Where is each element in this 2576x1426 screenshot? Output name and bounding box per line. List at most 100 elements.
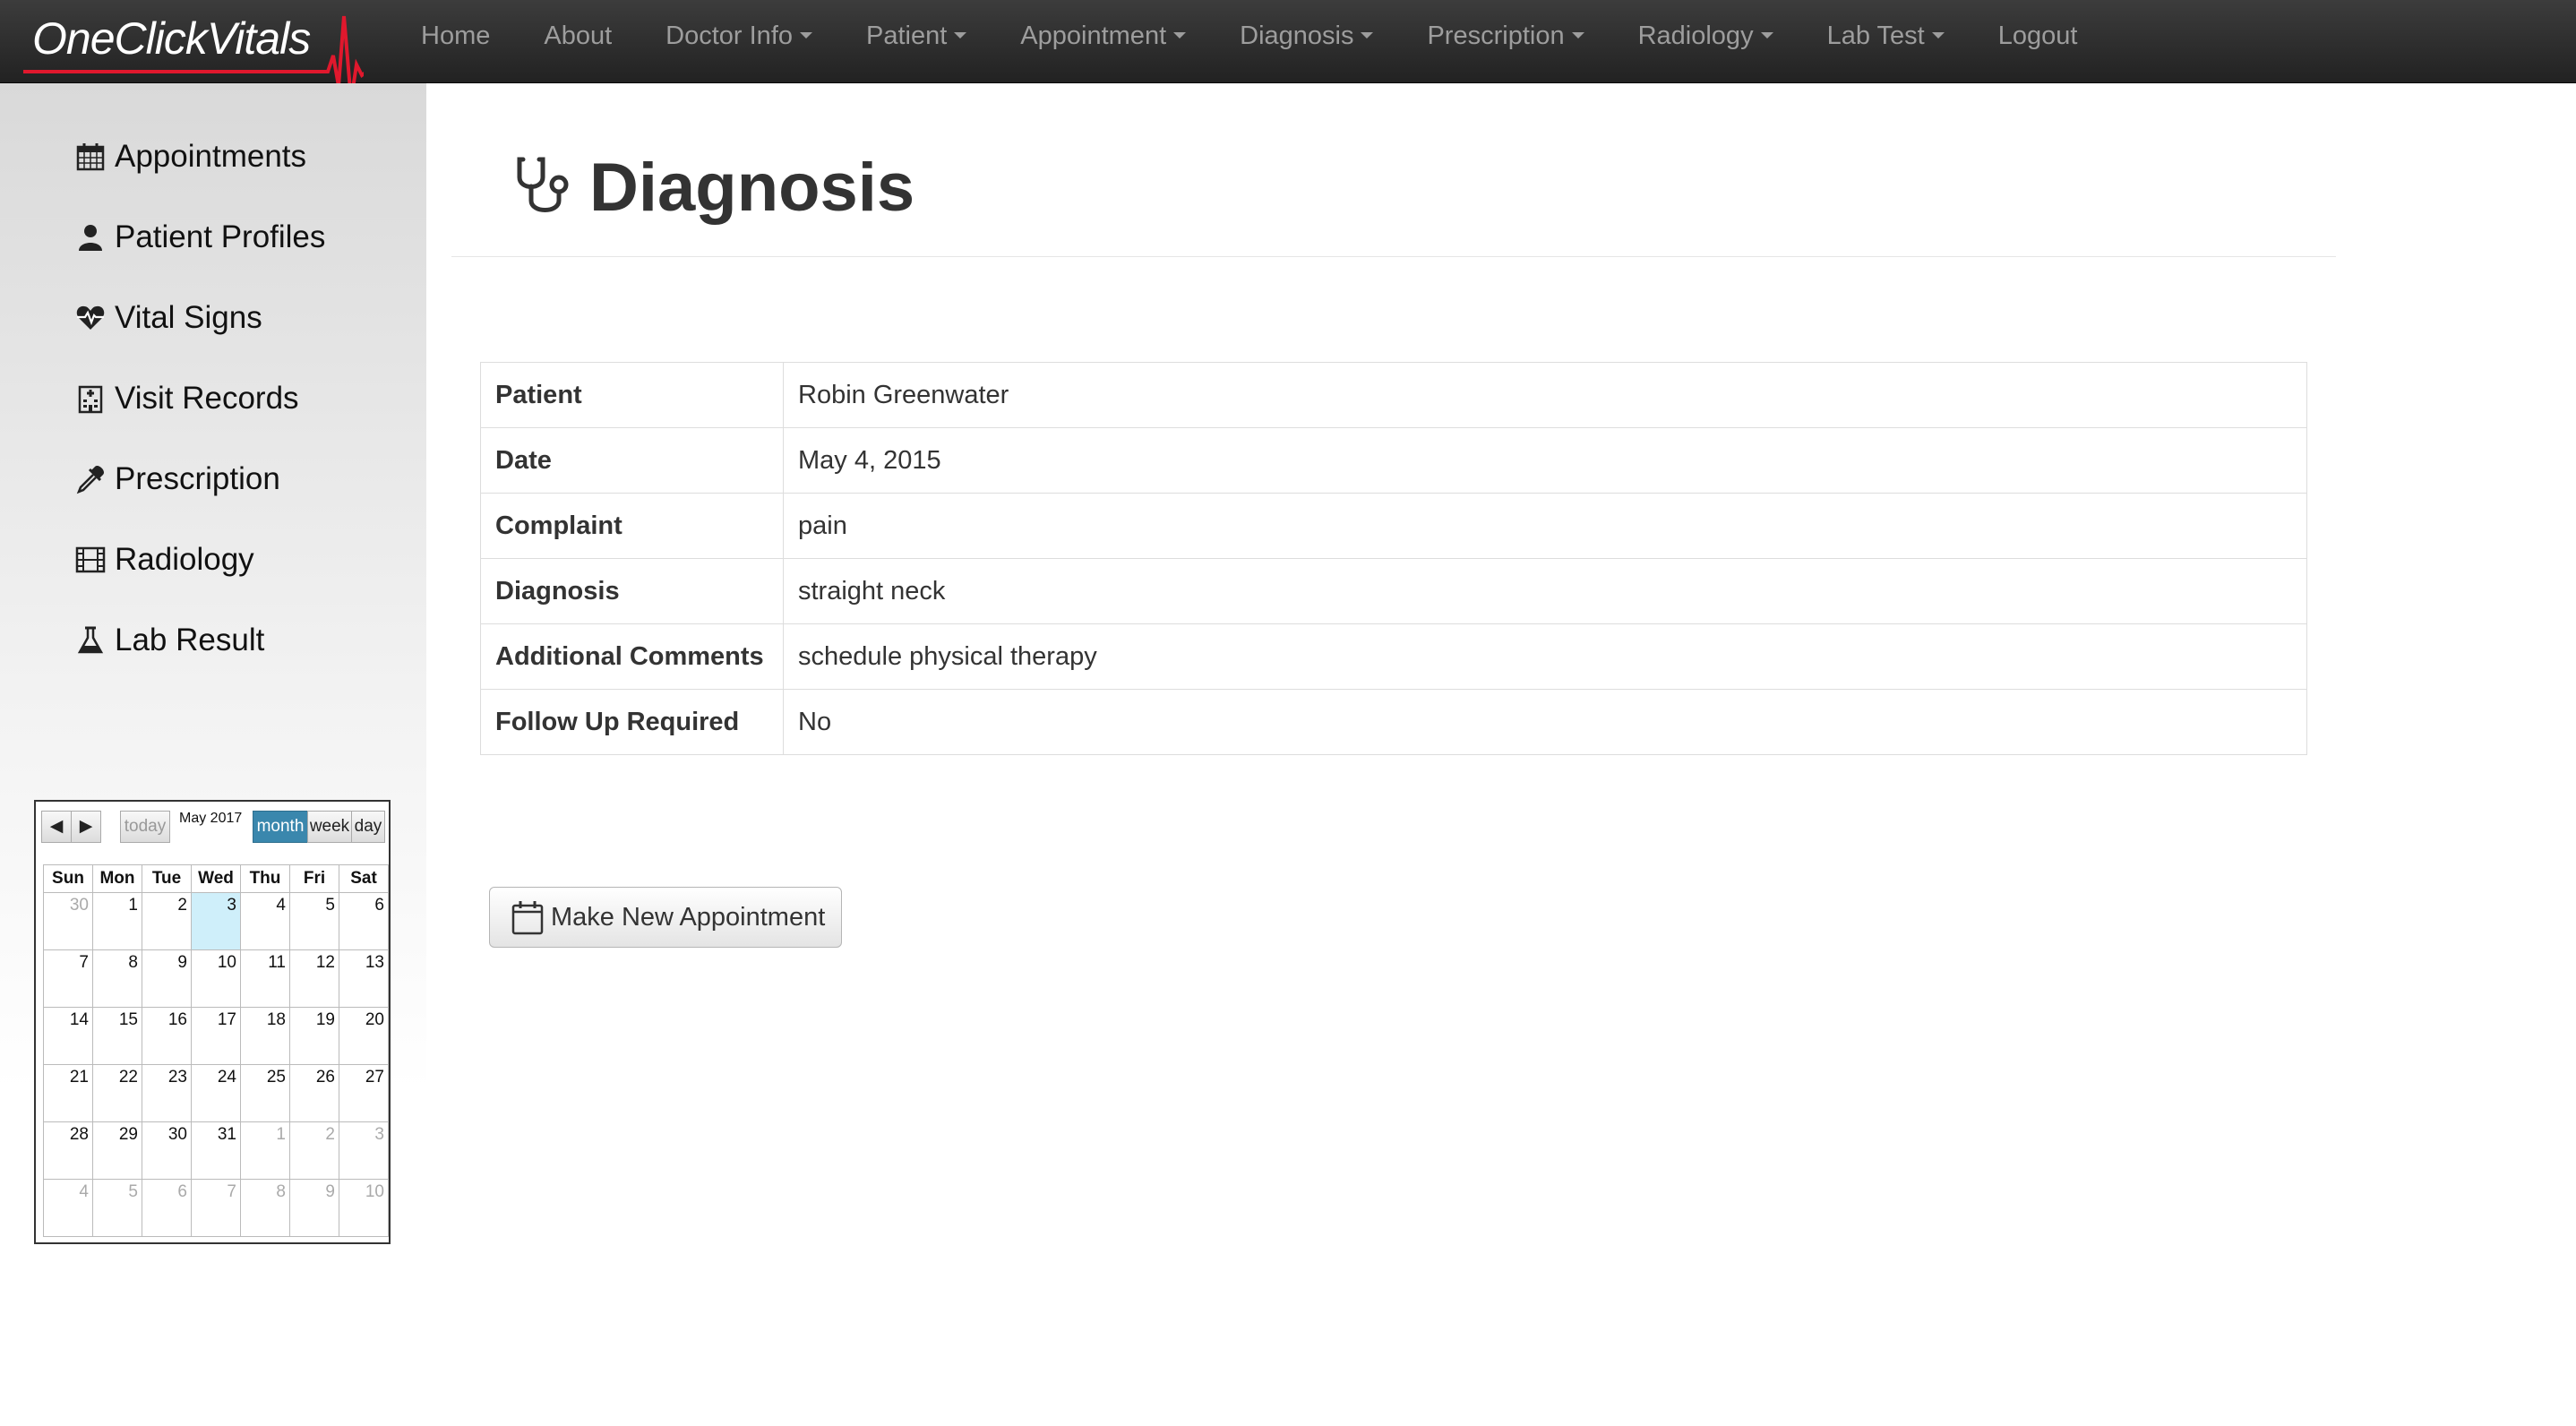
calendar-prev-button[interactable]: ◀ bbox=[41, 811, 72, 843]
row-value: straight neck bbox=[783, 558, 2307, 624]
calendar-next-button[interactable]: ▶ bbox=[71, 811, 101, 843]
row-value: May 4, 2015 bbox=[783, 427, 2307, 494]
nav-lab-test-label: Lab Test bbox=[1826, 21, 1925, 50]
calendar-today-button[interactable]: today bbox=[120, 811, 170, 843]
weekday-header: Fri bbox=[289, 864, 339, 893]
row-value: No bbox=[783, 689, 2307, 755]
calendar-day[interactable]: 30 bbox=[142, 1121, 192, 1180]
calendar-day[interactable]: 8 bbox=[92, 949, 142, 1008]
calendar-day[interactable]: 4 bbox=[240, 892, 290, 950]
calendar-day[interactable]: 28 bbox=[43, 1121, 93, 1180]
calendar-day[interactable]: 17 bbox=[191, 1007, 241, 1065]
calendar-day[interactable]: 7 bbox=[191, 1179, 241, 1237]
calendar-day[interactable]: 13 bbox=[339, 949, 389, 1008]
nav-diagnosis[interactable]: Diagnosis bbox=[1213, 0, 1400, 82]
sidebar-item-radiology[interactable]: Radiology bbox=[75, 533, 254, 587]
calendar-day[interactable]: 25 bbox=[240, 1064, 290, 1122]
calendar-day[interactable]: 29 bbox=[92, 1121, 142, 1180]
calendar-day[interactable]: 15 bbox=[92, 1007, 142, 1065]
eyedropper-icon bbox=[75, 464, 106, 494]
caret-down-icon bbox=[954, 31, 967, 39]
sidebar-item-label: Visit Records bbox=[115, 381, 299, 416]
calendar-day[interactable]: 30 bbox=[43, 892, 93, 950]
calendar-day[interactable]: 1 bbox=[92, 892, 142, 950]
calendar-day[interactable]: 12 bbox=[289, 949, 339, 1008]
calendar-day[interactable]: 2 bbox=[289, 1121, 339, 1180]
weekday-header: Mon bbox=[92, 864, 142, 893]
sidebar-item-patient-profiles[interactable]: Patient Profiles bbox=[75, 210, 325, 264]
calendar-day[interactable]: 9 bbox=[142, 949, 192, 1008]
calendar-day[interactable]: 18 bbox=[240, 1007, 290, 1065]
calendar-day[interactable]: 9 bbox=[289, 1179, 339, 1237]
calendar-day[interactable]: 26 bbox=[289, 1064, 339, 1122]
calendar-day[interactable]: 21 bbox=[43, 1064, 93, 1122]
calendar-day[interactable]: 5 bbox=[289, 892, 339, 950]
nav-prescription-label: Prescription bbox=[1427, 21, 1565, 50]
row-label: Additional Comments bbox=[480, 623, 784, 690]
calendar-day[interactable]: 31 bbox=[191, 1121, 241, 1180]
sidebar-item-lab-result[interactable]: Lab Result bbox=[75, 614, 264, 667]
calendar-day[interactable]: 24 bbox=[191, 1064, 241, 1122]
calendar-day[interactable]: 11 bbox=[240, 949, 290, 1008]
calendar-day[interactable]: 6 bbox=[142, 1179, 192, 1237]
table-row: Additional Comments schedule physical th… bbox=[480, 623, 2307, 690]
calendar-view-week[interactable]: week bbox=[307, 811, 352, 843]
table-row: Diagnosis straight neck bbox=[480, 558, 2307, 624]
calendar-day[interactable]: 6 bbox=[339, 892, 389, 950]
view-week-label: week bbox=[309, 817, 350, 836]
calendar-day-today[interactable]: 3 bbox=[191, 892, 241, 950]
caret-down-icon bbox=[1931, 31, 1945, 39]
make-new-appointment-button[interactable]: Make New Appointment bbox=[489, 887, 842, 948]
flask-icon bbox=[75, 625, 106, 656]
calendar-view-day[interactable]: day bbox=[351, 811, 385, 843]
calendar-day[interactable]: 23 bbox=[142, 1064, 192, 1122]
mini-calendar: ◀ ▶ today May 2017 month week day Sun Mo… bbox=[34, 800, 391, 1244]
calendar-day[interactable]: 10 bbox=[191, 949, 241, 1008]
calendar-day[interactable]: 16 bbox=[142, 1007, 192, 1065]
nav-prescription[interactable]: Prescription bbox=[1400, 0, 1610, 82]
calendar-view-month[interactable]: month bbox=[253, 811, 308, 843]
sidebar-item-prescription[interactable]: Prescription bbox=[75, 452, 280, 506]
calendar-day[interactable]: 19 bbox=[289, 1007, 339, 1065]
calendar-day[interactable]: 3 bbox=[339, 1121, 389, 1180]
calendar-grid: Sun Mon Tue Wed Thu Fri Sat 30 1 2 3 4 5 bbox=[43, 864, 389, 1237]
calendar-day[interactable]: 14 bbox=[43, 1007, 93, 1065]
calendar-icon bbox=[75, 142, 106, 172]
prev-arrow-icon: ◀ bbox=[49, 817, 64, 836]
nav-patient[interactable]: Patient bbox=[839, 0, 993, 82]
row-label: Date bbox=[480, 427, 784, 494]
nav-radiology[interactable]: Radiology bbox=[1611, 0, 1800, 82]
nav-patient-label: Patient bbox=[866, 21, 948, 50]
table-row: Follow Up Required No bbox=[480, 689, 2307, 755]
calendar-day[interactable]: 10 bbox=[339, 1179, 389, 1237]
calendar-day[interactable]: 5 bbox=[92, 1179, 142, 1237]
calendar-day[interactable]: 22 bbox=[92, 1064, 142, 1122]
calendar-day[interactable]: 7 bbox=[43, 949, 93, 1008]
today-label: today bbox=[124, 817, 167, 836]
row-label: Follow Up Required bbox=[480, 689, 784, 755]
calendar-icon bbox=[511, 901, 544, 935]
make-new-appointment-label: Make New Appointment bbox=[551, 902, 826, 932]
nav-about[interactable]: About bbox=[517, 0, 639, 82]
sidebar-item-visit-records[interactable]: Visit Records bbox=[75, 372, 299, 425]
calendar-day[interactable]: 1 bbox=[240, 1121, 290, 1180]
calendar-day[interactable]: 2 bbox=[142, 892, 192, 950]
heartbeat-icon bbox=[75, 303, 106, 333]
calendar-day[interactable]: 27 bbox=[339, 1064, 389, 1122]
nav-lab-test[interactable]: Lab Test bbox=[1800, 0, 1971, 82]
hospital-icon bbox=[75, 383, 106, 414]
calendar-day[interactable]: 4 bbox=[43, 1179, 93, 1237]
nav-logout[interactable]: Logout bbox=[1971, 0, 2105, 82]
view-month-label: month bbox=[256, 817, 305, 836]
nav-doctor-info[interactable]: Doctor Info bbox=[639, 0, 839, 82]
nav-appointment[interactable]: Appointment bbox=[993, 0, 1213, 82]
calendar-day[interactable]: 8 bbox=[240, 1179, 290, 1237]
sidebar-item-vital-signs[interactable]: Vital Signs bbox=[75, 291, 262, 345]
weekday-header: Sat bbox=[339, 864, 389, 893]
diagnosis-detail-table: Patient Robin Greenwater Date May 4, 201… bbox=[480, 362, 2307, 755]
calendar-day[interactable]: 20 bbox=[339, 1007, 389, 1065]
sidebar-item-appointments[interactable]: Appointments bbox=[75, 130, 306, 184]
row-label: Diagnosis bbox=[480, 558, 784, 624]
nav-home[interactable]: Home bbox=[394, 0, 517, 82]
view-day-label: day bbox=[354, 817, 382, 836]
